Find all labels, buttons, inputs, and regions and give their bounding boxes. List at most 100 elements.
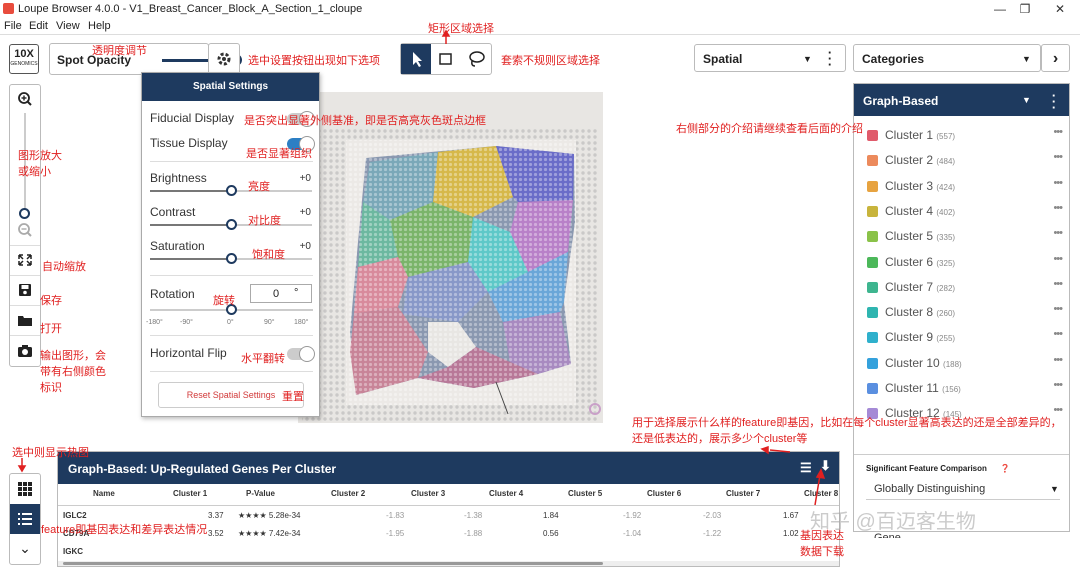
feature-table-title: Graph-Based: Up-Regulated Genes Per Clus…: [68, 462, 337, 476]
menu-edit[interactable]: Edit: [29, 20, 48, 32]
download-icon[interactable]: ⬇: [820, 458, 831, 474]
heatmap-view-button[interactable]: [10, 474, 40, 504]
more-icon[interactable]: •••: [1053, 328, 1063, 340]
auto-fit-button[interactable]: [10, 245, 40, 273]
menu-help[interactable]: Help: [88, 20, 111, 32]
cluster-item[interactable]: Cluster 5 (335) •••: [867, 227, 1063, 249]
cluster-item[interactable]: Cluster 11 (156) •••: [867, 379, 1063, 401]
table-cell: IGKC: [63, 547, 83, 556]
categories-dropdown[interactable]: Categories ▼: [853, 44, 1041, 72]
maximize-button[interactable]: ❐: [1010, 0, 1040, 18]
column-header[interactable]: Cluster 4: [489, 489, 523, 498]
more-icon[interactable]: •••: [1053, 379, 1063, 391]
lasso-tool[interactable]: [461, 44, 491, 74]
cluster-label: Cluster 9: [885, 330, 934, 345]
more-icon[interactable]: •••: [1053, 227, 1063, 239]
cluster-label: Cluster 10: [885, 355, 940, 370]
cluster-checkbox[interactable]: [867, 307, 878, 319]
feature-comparison-select[interactable]: Globally Distinguishing ▼: [866, 478, 1060, 500]
cluster-checkbox[interactable]: [867, 281, 878, 293]
table-cell: 0.56: [543, 529, 559, 538]
logo-sub: GENOMICS: [10, 61, 38, 67]
cluster-item[interactable]: Cluster 10 (188) •••: [867, 354, 1063, 376]
rotation-input[interactable]: 0 °: [250, 284, 312, 303]
cluster-item[interactable]: Cluster 7 (282) •••: [867, 278, 1063, 300]
cluster-item[interactable]: Cluster 3 (424) •••: [867, 177, 1063, 199]
next-panel-button[interactable]: ›: [1041, 44, 1070, 72]
zoom-out-button[interactable]: [10, 216, 40, 244]
collapse-button[interactable]: ⌄: [10, 534, 40, 564]
more-icon[interactable]: •••: [1053, 303, 1063, 315]
column-header[interactable]: Cluster 2: [331, 489, 365, 498]
cluster-item[interactable]: Cluster 4 (402) •••: [867, 202, 1063, 224]
pointer-tool[interactable]: [401, 44, 431, 74]
column-header[interactable]: Cluster 7: [726, 489, 760, 498]
cluster-checkbox[interactable]: [867, 130, 878, 141]
cluster-checkbox[interactable]: [867, 155, 878, 167]
column-header[interactable]: Cluster 1: [173, 489, 207, 498]
column-header[interactable]: P-Value: [246, 489, 275, 498]
more-icon[interactable]: •••: [1053, 177, 1063, 189]
cluster-checkbox[interactable]: [867, 332, 878, 344]
rect-select-tool[interactable]: [431, 44, 461, 74]
cluster-checkbox[interactable]: [867, 256, 878, 268]
open-button[interactable]: [10, 305, 40, 333]
export-image-button[interactable]: [10, 335, 40, 363]
cluster-checkbox[interactable]: [867, 231, 878, 243]
contrast-slider-knob[interactable]: [226, 219, 237, 230]
horizontal-flip-toggle[interactable]: [287, 346, 315, 362]
settings-button[interactable]: [208, 43, 240, 75]
saturation-slider-knob[interactable]: [226, 253, 237, 264]
more-icon[interactable]: · · ·: [827, 46, 833, 71]
cluster-checkbox[interactable]: [867, 357, 878, 369]
spatial-dropdown[interactable]: Spatial ▼ · · ·: [694, 44, 846, 72]
cluster-label: Cluster 6: [885, 254, 934, 269]
more-icon[interactable]: •••: [1053, 354, 1063, 366]
graph-based-header[interactable]: Graph-Based ▼ · · ·: [854, 84, 1069, 116]
cluster-item[interactable]: Cluster 6 (325) •••: [867, 253, 1063, 275]
column-header[interactable]: Cluster 5: [568, 489, 602, 498]
column-header[interactable]: Cluster 6: [647, 489, 681, 498]
menu-file[interactable]: File: [4, 20, 22, 32]
annotation: 是否突出显著外侧基准，即是否高亮灰色斑点边框: [244, 115, 486, 127]
help-icon[interactable]: ❓: [1000, 464, 1010, 473]
cluster-label: Cluster 1: [885, 128, 934, 142]
spatial-plot[interactable]: [298, 92, 603, 423]
filter-settings-icon[interactable]: ☰: [800, 460, 812, 476]
brightness-slider-knob[interactable]: [226, 185, 237, 196]
cluster-name: Cluster 9 (255): [885, 330, 955, 344]
column-header[interactable]: Cluster 8: [804, 489, 838, 498]
divider: [58, 505, 839, 506]
saturation-slider[interactable]: [150, 258, 232, 260]
scrollbar-thumb[interactable]: [63, 562, 603, 565]
cluster-checkbox[interactable]: [867, 180, 878, 192]
more-icon[interactable]: •••: [1053, 202, 1063, 214]
contrast-slider[interactable]: [150, 224, 232, 226]
cluster-checkbox[interactable]: [867, 205, 878, 217]
save-button[interactable]: [10, 275, 40, 303]
more-icon[interactable]: · · ·: [1051, 89, 1057, 114]
more-icon[interactable]: •••: [1053, 126, 1063, 138]
more-icon[interactable]: •••: [1053, 253, 1063, 265]
zoom-in-button[interactable]: [10, 85, 40, 113]
cluster-count: (484): [936, 157, 956, 167]
cluster-item[interactable]: Cluster 1 (557) •••: [867, 126, 1063, 148]
close-button[interactable]: ✕: [1045, 0, 1075, 18]
chevron-down-icon[interactable]: ▼: [1022, 95, 1031, 105]
spatial-settings-title: Spatial Settings: [142, 73, 319, 101]
table-view-button[interactable]: [10, 504, 40, 534]
column-header[interactable]: Cluster 3: [411, 489, 445, 498]
column-header[interactable]: Name: [93, 489, 115, 498]
brightness-slider[interactable]: [150, 190, 232, 192]
cluster-item[interactable]: Cluster 9 (255) •••: [867, 328, 1063, 350]
more-icon[interactable]: •••: [1053, 278, 1063, 290]
tissue-image[interactable]: [298, 92, 603, 423]
annotation: 饱和度: [252, 249, 285, 261]
horizontal-scrollbar[interactable]: [58, 561, 839, 566]
cluster-item[interactable]: Cluster 8 (260) •••: [867, 303, 1063, 325]
cluster-count: (255): [936, 334, 956, 344]
cluster-item[interactable]: Cluster 2 (484) •••: [867, 151, 1063, 173]
more-icon[interactable]: •••: [1053, 151, 1063, 163]
menu-view[interactable]: View: [56, 20, 80, 32]
cluster-checkbox[interactable]: [867, 383, 878, 394]
